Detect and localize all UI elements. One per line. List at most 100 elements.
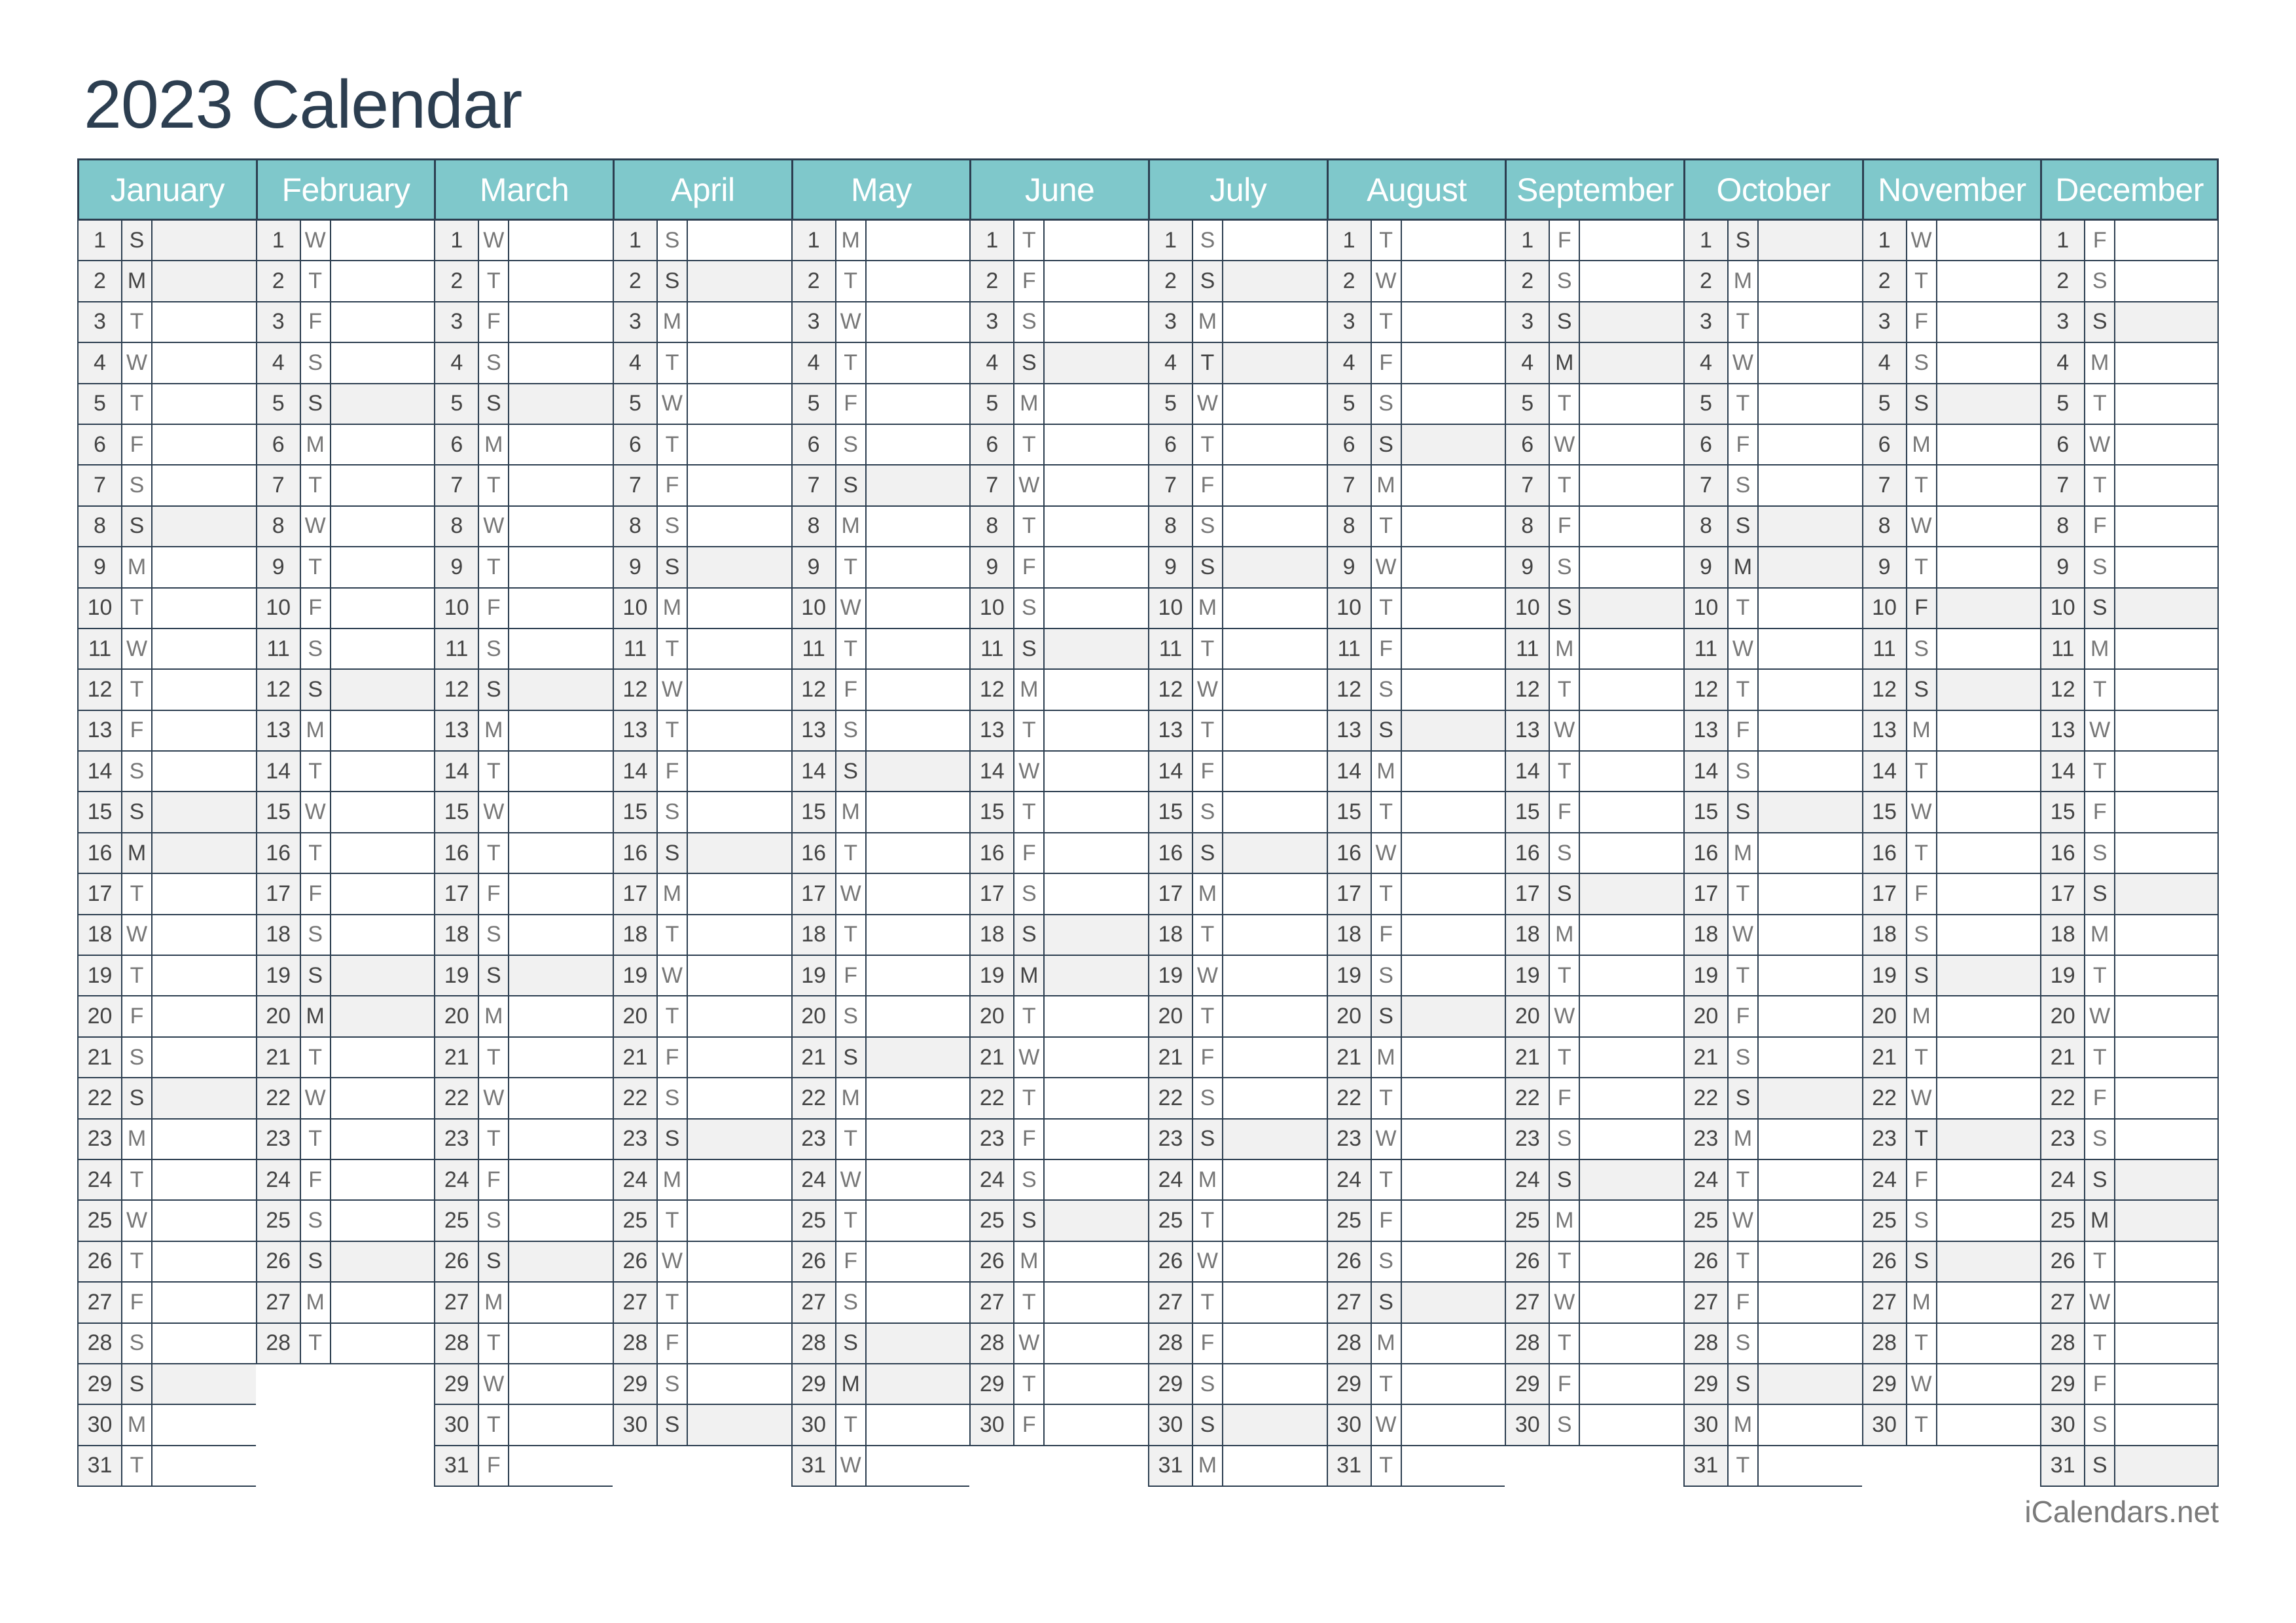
note-cell[interactable]: [2115, 1242, 2217, 1281]
note-cell[interactable]: [1580, 221, 1683, 260]
note-cell[interactable]: [331, 465, 435, 505]
note-cell[interactable]: [1223, 261, 1327, 301]
note-cell[interactable]: [1759, 874, 1862, 913]
note-cell[interactable]: [152, 792, 256, 832]
note-cell[interactable]: [2115, 1405, 2217, 1444]
note-cell[interactable]: [1580, 752, 1683, 791]
note-cell[interactable]: [1045, 833, 1148, 873]
note-cell[interactable]: [2115, 670, 2217, 709]
note-cell[interactable]: [1759, 670, 1862, 709]
note-cell[interactable]: [1223, 343, 1327, 383]
note-cell[interactable]: [1580, 1078, 1683, 1118]
note-cell[interactable]: [152, 1364, 256, 1404]
note-cell[interactable]: [2115, 1324, 2217, 1363]
note-cell[interactable]: [331, 752, 435, 791]
note-cell[interactable]: [152, 1120, 256, 1159]
note-cell[interactable]: [509, 221, 613, 260]
note-cell[interactable]: [1223, 874, 1327, 913]
note-cell[interactable]: [1937, 1201, 2041, 1240]
note-cell[interactable]: [1045, 874, 1148, 913]
note-cell[interactable]: [2115, 547, 2217, 587]
note-cell[interactable]: [2115, 996, 2217, 1036]
note-cell[interactable]: [1937, 302, 2041, 342]
note-cell[interactable]: [1759, 384, 1862, 424]
note-cell[interactable]: [688, 1364, 791, 1404]
note-cell[interactable]: [152, 996, 256, 1036]
note-cell[interactable]: [1759, 1038, 1862, 1077]
note-cell[interactable]: [1045, 465, 1148, 505]
note-cell[interactable]: [509, 1160, 613, 1199]
note-cell[interactable]: [2115, 1120, 2217, 1159]
note-cell[interactable]: [1223, 1364, 1327, 1404]
note-cell[interactable]: [1580, 465, 1683, 505]
note-cell[interactable]: [688, 1283, 791, 1322]
note-cell[interactable]: [867, 874, 970, 913]
note-cell[interactable]: [1402, 221, 1505, 260]
note-cell[interactable]: [1759, 589, 1862, 628]
note-cell[interactable]: [688, 425, 791, 464]
note-cell[interactable]: [1759, 711, 1862, 750]
note-cell[interactable]: [2115, 629, 2217, 668]
note-cell[interactable]: [688, 302, 791, 342]
note-cell[interactable]: [331, 1038, 435, 1077]
note-cell[interactable]: [1223, 629, 1327, 668]
note-cell[interactable]: [1402, 1446, 1505, 1486]
note-cell[interactable]: [1937, 1038, 2041, 1077]
note-cell[interactable]: [1402, 752, 1505, 791]
note-cell[interactable]: [867, 1283, 970, 1322]
note-cell[interactable]: [1402, 1324, 1505, 1363]
note-cell[interactable]: [1402, 343, 1505, 382]
note-cell[interactable]: [688, 589, 791, 628]
note-cell[interactable]: [509, 465, 613, 505]
note-cell[interactable]: [331, 792, 435, 831]
note-cell[interactable]: [2115, 1038, 2217, 1077]
note-cell[interactable]: [509, 792, 613, 831]
note-cell[interactable]: [1580, 670, 1683, 709]
note-cell[interactable]: [509, 996, 613, 1036]
note-cell[interactable]: [1402, 1242, 1505, 1281]
note-cell[interactable]: [331, 670, 435, 710]
note-cell[interactable]: [1045, 1324, 1148, 1363]
note-cell[interactable]: [509, 874, 613, 913]
note-cell[interactable]: [867, 956, 970, 995]
note-cell[interactable]: [1045, 1078, 1148, 1118]
note-cell[interactable]: [152, 589, 256, 628]
note-cell[interactable]: [1223, 956, 1327, 995]
note-cell[interactable]: [1759, 956, 1862, 995]
note-cell[interactable]: [1402, 507, 1505, 546]
note-cell[interactable]: [1580, 1364, 1683, 1404]
note-cell[interactable]: [331, 1078, 435, 1118]
note-cell[interactable]: [1223, 1446, 1327, 1486]
note-cell[interactable]: [688, 1160, 791, 1199]
note-cell[interactable]: [867, 343, 970, 382]
note-cell[interactable]: [1937, 1078, 2041, 1118]
note-cell[interactable]: [1759, 1283, 1862, 1322]
note-cell[interactable]: [331, 1324, 435, 1363]
note-cell[interactable]: [1223, 1078, 1327, 1118]
note-cell[interactable]: [1223, 1160, 1327, 1199]
note-cell[interactable]: [1937, 956, 2041, 996]
note-cell[interactable]: [152, 711, 256, 750]
note-cell[interactable]: [1580, 711, 1683, 750]
note-cell[interactable]: [2115, 588, 2217, 628]
note-cell[interactable]: [1937, 547, 2041, 587]
note-cell[interactable]: [331, 589, 435, 628]
note-cell[interactable]: [1580, 507, 1683, 546]
note-cell[interactable]: [1402, 1078, 1505, 1118]
note-cell[interactable]: [1045, 1405, 1148, 1444]
note-cell[interactable]: [1223, 1405, 1327, 1445]
note-cell[interactable]: [1937, 1364, 2041, 1404]
note-cell[interactable]: [1045, 507, 1148, 546]
note-cell[interactable]: [1402, 1120, 1505, 1159]
note-cell[interactable]: [152, 956, 256, 995]
note-cell[interactable]: [1223, 1201, 1327, 1240]
note-cell[interactable]: [867, 1078, 970, 1118]
note-cell[interactable]: [1937, 670, 2041, 710]
note-cell[interactable]: [2115, 465, 2217, 505]
note-cell[interactable]: [1937, 384, 2041, 424]
note-cell[interactable]: [1580, 629, 1683, 668]
note-cell[interactable]: [509, 670, 613, 710]
note-cell[interactable]: [1045, 1283, 1148, 1322]
note-cell[interactable]: [1580, 833, 1683, 873]
note-cell[interactable]: [1223, 915, 1327, 955]
